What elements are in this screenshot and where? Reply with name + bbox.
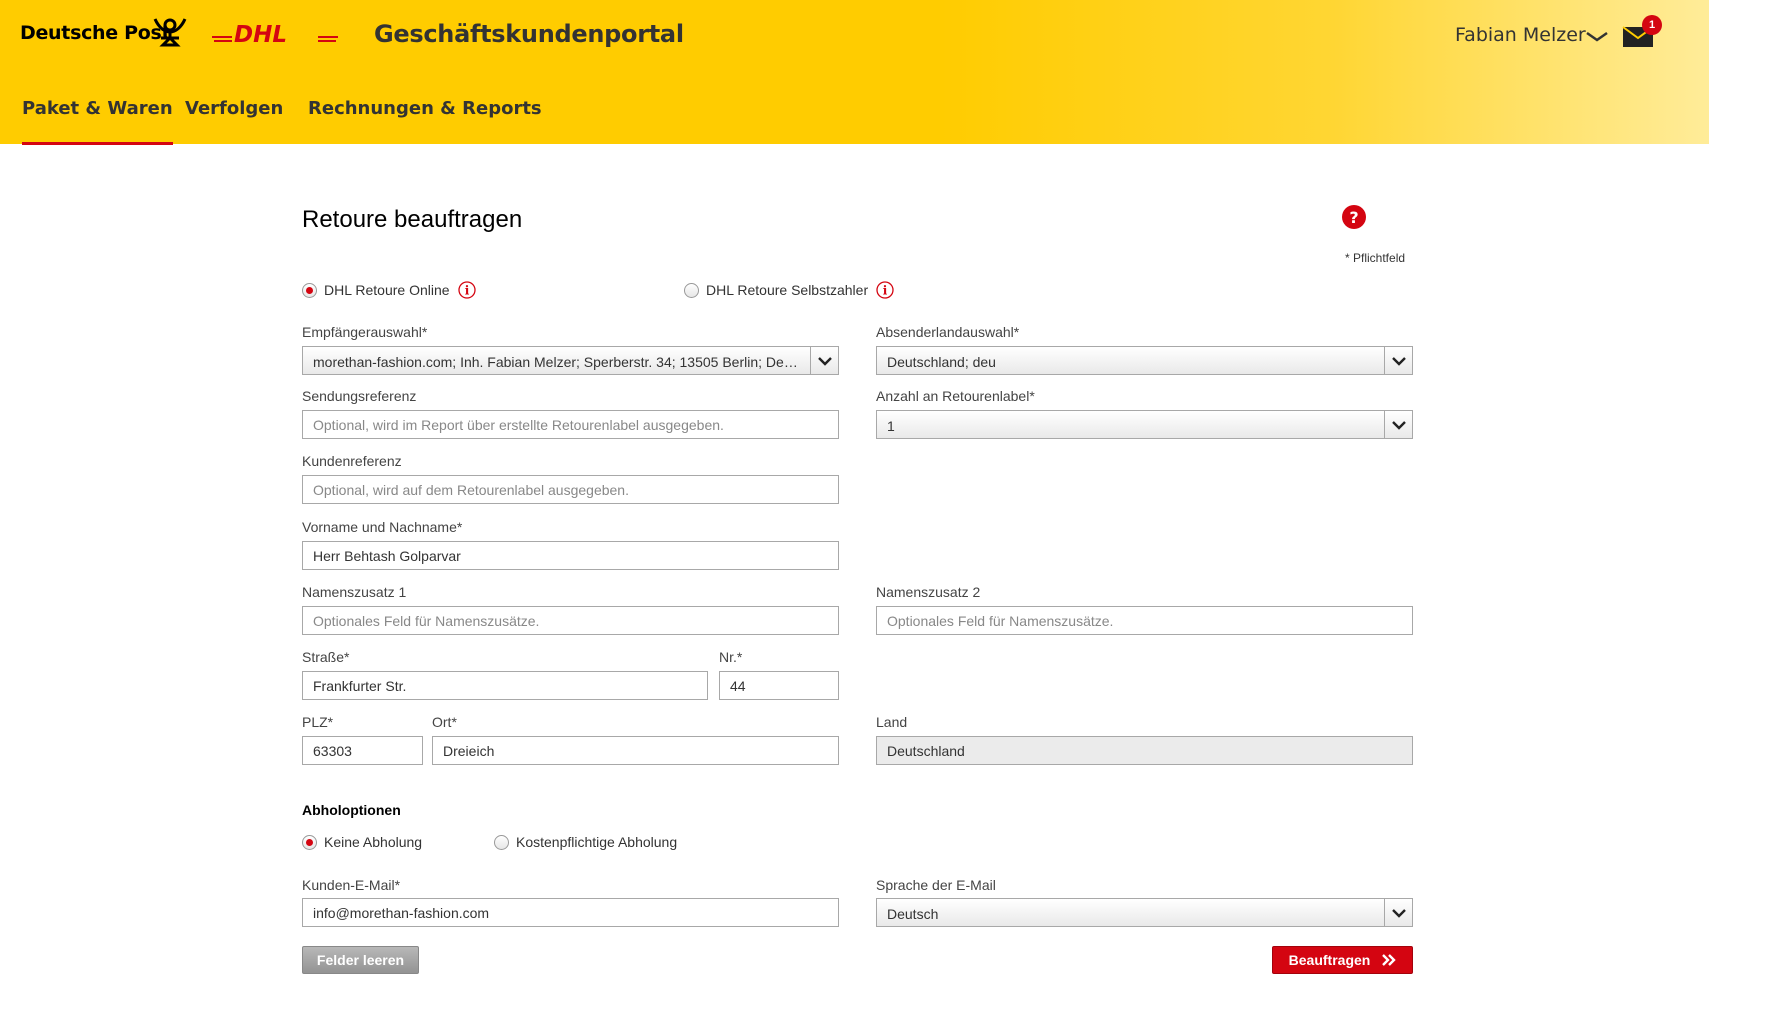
select-value: Deutschland; deu bbox=[887, 354, 996, 370]
radio-label: DHL Retoure Online bbox=[324, 282, 450, 298]
email-language-label: Sprache der E-Mail bbox=[876, 877, 996, 893]
shipment-reference-label: Sendungsreferenz bbox=[302, 388, 417, 404]
select-value: morethan-fashion.com; Inh. Fabian Melzer… bbox=[313, 354, 802, 370]
chevron-down-icon bbox=[1391, 420, 1406, 430]
country-label: Land bbox=[876, 714, 908, 730]
radio-label: Kostenpflichtige Abholung bbox=[516, 834, 678, 850]
shipment-reference-input[interactable] bbox=[302, 410, 839, 439]
select-value: Deutsch bbox=[887, 906, 939, 922]
portal-title: Geschäftskundenportal bbox=[374, 20, 684, 48]
radio-kostenpflichtige-abholung[interactable]: Kostenpflichtige Abholung bbox=[494, 834, 677, 850]
country-input bbox=[876, 736, 1413, 765]
radio-dot-checked[interactable] bbox=[302, 282, 317, 298]
select-dropdown-button[interactable] bbox=[1384, 411, 1412, 438]
house-number-input[interactable] bbox=[719, 671, 839, 700]
chevron-down-icon[interactable] bbox=[1585, 30, 1609, 44]
radio-dot-unchecked[interactable] bbox=[494, 834, 509, 850]
double-chevron-right-icon bbox=[1382, 954, 1397, 966]
select-dropdown-button[interactable] bbox=[1384, 347, 1412, 374]
nav-rechnungen-reports[interactable]: Rechnungen & Reports bbox=[308, 98, 542, 119]
notification-badge: 1 bbox=[1642, 15, 1662, 35]
post-horn-icon[interactable] bbox=[151, 16, 189, 48]
required-field-note: * Pflichtfeld bbox=[1345, 251, 1406, 265]
radio-keine-abholung[interactable]: Keine Abholung bbox=[302, 834, 422, 850]
radio-dot-checked[interactable] bbox=[302, 834, 317, 850]
submit-order-button-label: Beauftragen bbox=[1288, 952, 1371, 968]
pickup-options-heading: Abholoptionen bbox=[302, 802, 401, 818]
name-addition-1-input[interactable] bbox=[302, 606, 839, 635]
chevron-down-icon bbox=[817, 356, 832, 366]
info-icon[interactable]: i bbox=[457, 281, 476, 299]
clear-fields-button[interactable]: Felder leeren bbox=[302, 946, 419, 974]
svg-text:?: ? bbox=[1349, 208, 1358, 227]
recipient-label: Empfängerauswahl* bbox=[302, 324, 428, 340]
nav-verfolgen[interactable]: Verfolgen bbox=[185, 98, 283, 119]
street-input[interactable] bbox=[302, 671, 708, 700]
full-name-input[interactable] bbox=[302, 541, 839, 570]
header-bar: Deutsche Post DHL Geschäftskundenportal … bbox=[0, 0, 1709, 145]
full-name-label: Vorname und Nachname* bbox=[302, 519, 463, 535]
radio-dot-unchecked[interactable] bbox=[684, 282, 699, 298]
street-label: Straße* bbox=[302, 649, 350, 665]
label-count-select[interactable]: 1 bbox=[876, 410, 1413, 439]
customer-reference-label: Kundenreferenz bbox=[302, 453, 402, 469]
page-title: Retoure beauftragen bbox=[302, 206, 523, 233]
deutsche-post-logo-text[interactable]: Deutsche Post bbox=[20, 22, 171, 44]
submit-order-button[interactable]: Beauftragen bbox=[1272, 946, 1413, 974]
customer-reference-input[interactable] bbox=[302, 475, 839, 504]
house-number-label: Nr.* bbox=[719, 649, 743, 665]
radio-label: DHL Retoure Selbstzahler bbox=[706, 282, 869, 298]
chevron-down-icon bbox=[1391, 356, 1406, 366]
clear-fields-button-label: Felder leeren bbox=[316, 952, 405, 968]
name-addition-2-input[interactable] bbox=[876, 606, 1413, 635]
radio-retoure-selbstzahler[interactable]: DHL Retoure Selbstzahler i bbox=[684, 281, 894, 299]
chevron-down-icon bbox=[1391, 908, 1406, 918]
radio-retoure-online[interactable]: DHL Retoure Online i bbox=[302, 281, 476, 299]
sender-country-select[interactable]: Deutschland; deu bbox=[876, 346, 1413, 375]
city-label: Ort* bbox=[432, 714, 457, 730]
svg-text:i: i bbox=[883, 284, 888, 298]
help-icon[interactable]: ? bbox=[1342, 205, 1366, 229]
zip-label: PLZ* bbox=[302, 714, 334, 730]
customer-email-input[interactable] bbox=[302, 898, 839, 927]
dhl-logo-text: DHL bbox=[234, 22, 287, 46]
zip-input[interactable] bbox=[302, 736, 423, 765]
nav-paket-waren[interactable]: Paket & Waren bbox=[22, 98, 173, 145]
customer-email-label: Kunden-E-Mail* bbox=[302, 877, 401, 893]
select-dropdown-button[interactable] bbox=[810, 347, 838, 374]
sender-country-label: Absenderlandauswahl* bbox=[876, 324, 1020, 340]
select-value: 1 bbox=[887, 418, 895, 434]
name-addition-2-label: Namenszusatz 2 bbox=[876, 584, 981, 600]
name-addition-1-label: Namenszusatz 1 bbox=[302, 584, 407, 600]
email-language-select[interactable]: Deutsch bbox=[876, 898, 1413, 927]
user-menu-name[interactable]: Fabian Melzer bbox=[1455, 24, 1586, 46]
city-input[interactable] bbox=[432, 736, 839, 765]
recipient-select[interactable]: morethan-fashion.com; Inh. Fabian Melzer… bbox=[302, 346, 839, 375]
info-icon[interactable]: i bbox=[876, 281, 894, 299]
radio-label: Keine Abholung bbox=[324, 834, 423, 850]
svg-text:i: i bbox=[464, 284, 469, 298]
label-count-label: Anzahl an Retourenlabel* bbox=[876, 388, 1035, 404]
select-dropdown-button[interactable] bbox=[1384, 899, 1412, 926]
dhl-logo[interactable]: DHL bbox=[212, 20, 338, 46]
